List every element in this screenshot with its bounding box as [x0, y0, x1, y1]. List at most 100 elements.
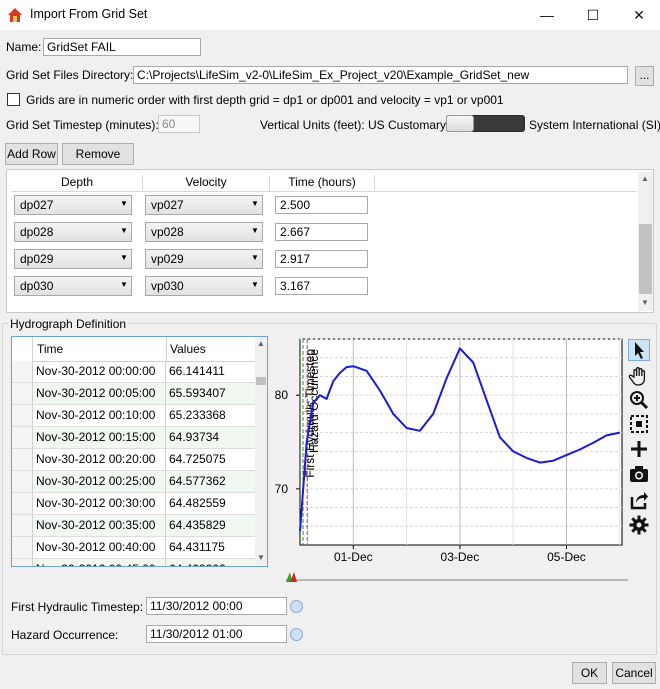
chevron-down-icon[interactable]: ▼	[120, 226, 128, 235]
grid-scrollbar[interactable]: ▲ ▼	[638, 172, 653, 311]
time-cell[interactable]: Nov-30-2012 00:45:00	[33, 559, 166, 566]
value-cell[interactable]: 65.233368	[166, 405, 255, 426]
chevron-down-icon[interactable]: ▼	[251, 226, 259, 235]
time-cell[interactable]: Nov-30-2012 00:10:00	[33, 405, 166, 426]
settings-gear-icon[interactable]	[628, 514, 650, 536]
value-cell[interactable]: 66.141411	[166, 361, 255, 382]
minimize-button[interactable]: —	[524, 0, 570, 30]
add-plus-icon[interactable]	[628, 438, 650, 460]
chevron-down-icon[interactable]: ▼	[120, 280, 128, 289]
directory-input[interactable]: C:\Projects\LifeSim_v2-0\LifeSim_Ex_Proj…	[133, 66, 628, 84]
remove-row-button[interactable]: Remove Row	[62, 143, 134, 181]
hazard-occurrence-label: Hazard Occurrence:	[11, 628, 119, 642]
scroll-up-icon[interactable]: ▲	[257, 339, 265, 348]
hydrograph-table: Time Values Nov-30-2012 00:00:00 66.14141…	[11, 336, 268, 567]
table-row[interactable]: Nov-30-2012 00:20:00 64.725075	[12, 449, 255, 471]
vertical-units-toggle[interactable]	[446, 115, 525, 132]
value-cell[interactable]: 64.93734	[166, 427, 255, 448]
chevron-down-icon[interactable]: ▼	[251, 280, 259, 289]
table-row[interactable]: Nov-30-2012 00:45:0064.409302	[12, 559, 255, 566]
time-cell[interactable]: Nov-30-2012 00:35:00	[33, 515, 166, 536]
chevron-down-icon[interactable]: ▼	[251, 253, 259, 262]
value-cell[interactable]: 65.593407	[166, 383, 255, 404]
hazard-occurrence-input[interactable]: 11/30/2012 01:00	[146, 625, 287, 643]
hydrograph-chart[interactable]: 708001-Dec 03-Dec 05-DecFirst Hydraulic Ti…	[270, 334, 626, 570]
velocity-select[interactable]: vp030	[145, 276, 263, 296]
table-row[interactable]: Nov-30-2012 00:40:00 64.431175	[12, 537, 255, 559]
time-cell[interactable]: Nov-30-2012 00:25:00	[33, 471, 166, 492]
time-cell[interactable]: Nov-30-2012 00:00:00	[33, 361, 166, 382]
column-header-velocity[interactable]: Velocity	[143, 175, 270, 191]
velocity-select[interactable]: vp029	[145, 249, 263, 269]
value-cell[interactable]: 64.725075	[166, 449, 255, 470]
time-slider-track[interactable]	[286, 579, 628, 581]
column-header-time[interactable]: Time	[37, 342, 63, 356]
time-cell[interactable]: Nov-30-2012 00:05:00	[33, 383, 166, 404]
first-hydraulic-timestep-input[interactable]: 11/30/2012 00:00	[146, 597, 287, 615]
value-cell[interactable]: 64.409302	[166, 559, 255, 566]
time-cell[interactable]: Nov-30-2012 00:40:00	[33, 537, 166, 558]
first-hydraulic-timestep-radio[interactable]	[290, 600, 303, 613]
toggle-thumb[interactable]	[446, 115, 474, 132]
chevron-down-icon[interactable]: ▼	[251, 199, 259, 208]
timestep-input[interactable]: 60	[158, 115, 200, 133]
name-input[interactable]: GridSet FAIL	[43, 38, 201, 56]
table-row[interactable]: Nov-30-2012 00:10:00 65.233368	[12, 405, 255, 427]
depth-select[interactable]: dp030	[14, 276, 132, 296]
value-cell[interactable]: 64.435829	[166, 515, 255, 536]
table-row[interactable]: Nov-30-2012 00:30:00 64.482559	[12, 493, 255, 515]
cursor-pointer-icon[interactable]	[628, 339, 650, 361]
hydrograph-section-label: Hydrograph Definition	[8, 317, 129, 331]
time-input[interactable]: 2.667	[275, 223, 368, 241]
value-cell[interactable]: 64.482559	[166, 493, 255, 514]
units-si-label: System International (SI)	[529, 118, 660, 132]
timestep-label: Grid Set Timestep (minutes):	[6, 118, 159, 132]
x-tick-label: 05-Dec	[547, 550, 586, 564]
ok-button[interactable]: OK	[572, 662, 607, 684]
velocity-select[interactable]: vp027	[145, 195, 263, 215]
scrollbar-thumb[interactable]	[639, 224, 652, 294]
zoom-extents-icon[interactable]	[628, 413, 650, 435]
time-slider-handles[interactable]	[285, 571, 299, 583]
time-input[interactable]: 2.500	[275, 196, 368, 214]
depth-select[interactable]: dp027	[14, 195, 132, 215]
camera-icon[interactable]	[628, 463, 650, 485]
chevron-down-icon[interactable]: ▼	[120, 253, 128, 262]
scroll-down-icon[interactable]: ▼	[257, 553, 265, 562]
time-input[interactable]: 2.917	[275, 250, 368, 268]
pan-hand-icon[interactable]	[628, 365, 650, 387]
hazard-occurrence-radio[interactable]	[290, 628, 303, 641]
time-cell[interactable]: Nov-30-2012 00:15:00	[33, 427, 166, 448]
column-header-depth[interactable]: Depth	[12, 175, 143, 191]
time-cell[interactable]: Nov-30-2012 00:30:00	[33, 493, 166, 514]
maximize-button[interactable]: ☐	[570, 0, 616, 30]
column-header-values[interactable]: Values	[170, 342, 206, 356]
table-row[interactable]: Nov-30-2012 00:00:00 66.141411	[12, 361, 255, 383]
scroll-up-icon[interactable]: ▲	[641, 174, 649, 183]
numeric-order-checkbox[interactable]	[7, 93, 20, 106]
value-cell[interactable]: 64.431175	[166, 537, 255, 558]
table-row[interactable]: Nov-30-2012 00:25:00 64.577362	[12, 471, 255, 493]
time-cell[interactable]: Nov-30-2012 00:20:00	[33, 449, 166, 470]
table-row[interactable]: Nov-30-2012 00:05:00 65.593407	[12, 383, 255, 405]
scroll-down-icon[interactable]: ▼	[641, 298, 649, 307]
depth-select[interactable]: dp028	[14, 222, 132, 242]
add-row-button[interactable]: Add Row	[5, 143, 58, 165]
column-header-time[interactable]: Time (hours)	[270, 175, 375, 191]
close-button[interactable]: ✕	[616, 0, 660, 30]
window-title: Import From Grid Set	[30, 7, 148, 21]
cancel-button[interactable]: Cancel	[612, 662, 656, 684]
table-row[interactable]: Nov-30-2012 00:35:00 64.435829	[12, 515, 255, 537]
table-row[interactable]: Nov-30-2012 00:15:00 64.93734	[12, 427, 255, 449]
depth-select[interactable]: dp029	[14, 249, 132, 269]
zoom-in-icon[interactable]	[628, 389, 650, 411]
browse-button[interactable]: ...	[635, 66, 654, 86]
velocity-select[interactable]: vp028	[145, 222, 263, 242]
header-divider	[166, 337, 167, 361]
table-scrollbar[interactable]: ▲ ▼	[255, 337, 267, 566]
time-input[interactable]: 3.167	[275, 277, 368, 295]
chevron-down-icon[interactable]: ▼	[120, 199, 128, 208]
scrollbar-thumb[interactable]	[256, 377, 266, 385]
export-share-icon[interactable]	[628, 489, 650, 511]
value-cell[interactable]: 64.577362	[166, 471, 255, 492]
